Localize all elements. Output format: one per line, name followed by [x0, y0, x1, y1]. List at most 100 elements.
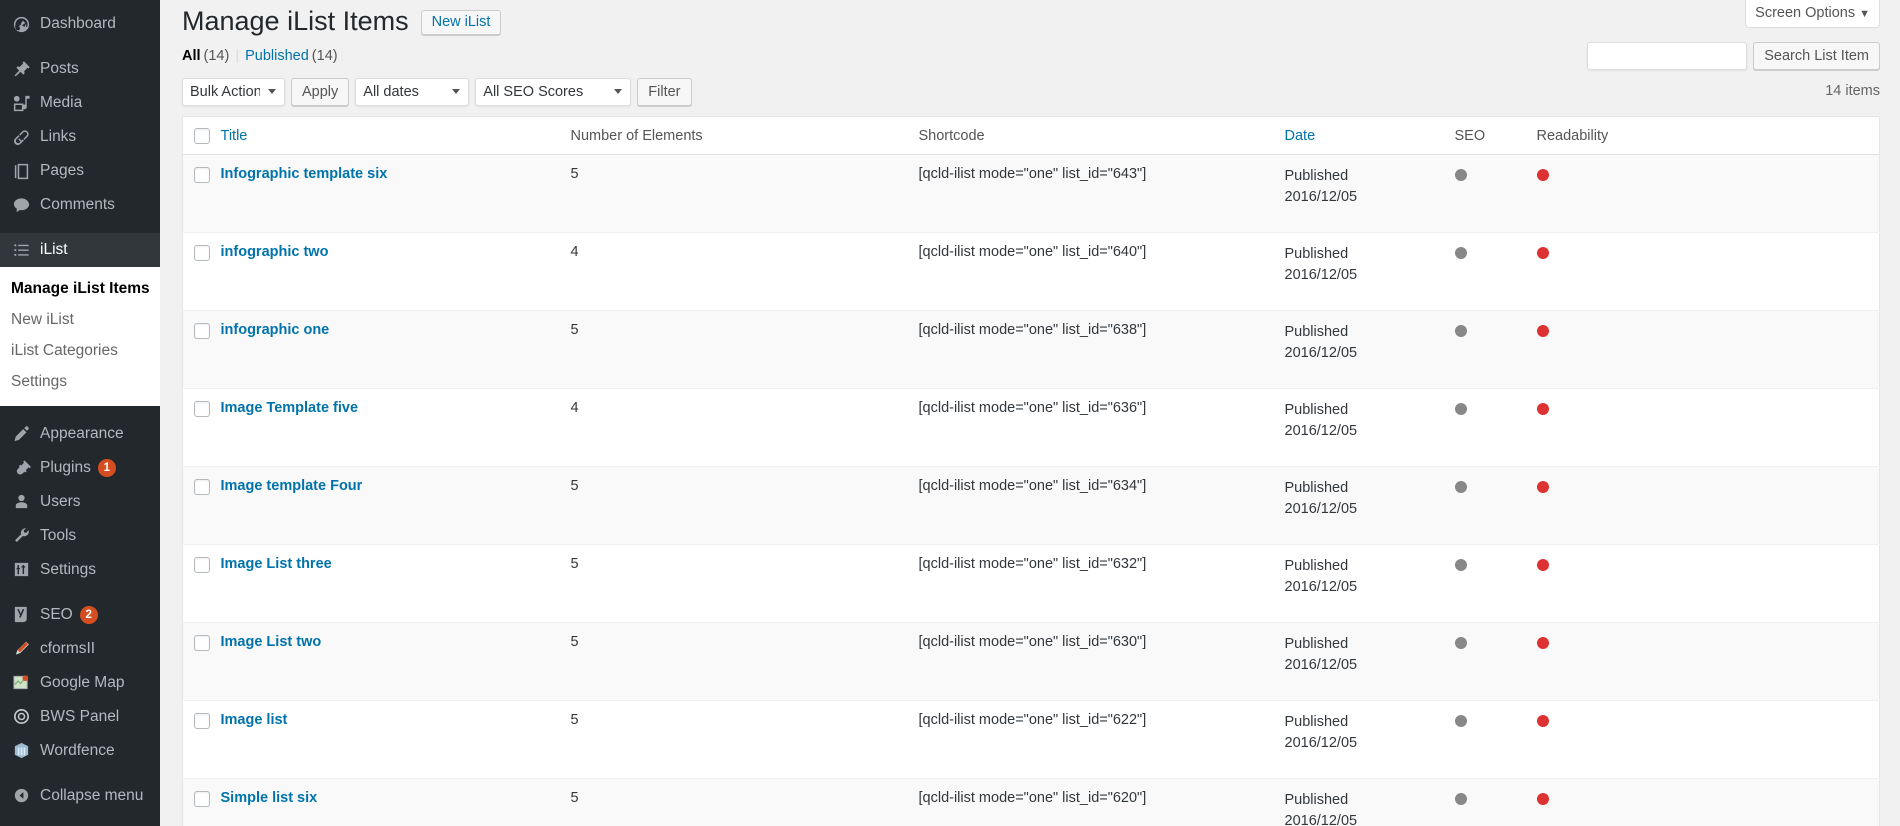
sidebar-item-dashboard[interactable]: Dashboard: [0, 7, 160, 41]
sidebar-item-label: Collapse menu: [40, 779, 160, 813]
row-title-link[interactable]: Image list: [221, 712, 288, 728]
readability-status-dot[interactable]: [1537, 559, 1549, 571]
row-title-link[interactable]: infographic two: [221, 244, 329, 260]
row-date-cell: Published2016/12/05: [1285, 467, 1455, 545]
row-readability-cell: [1537, 311, 1880, 389]
bulk-actions-select[interactable]: Bulk ActionsEditMove to Trash: [182, 78, 285, 106]
readability-status-dot[interactable]: [1537, 247, 1549, 259]
sidebar-menu-top: Dashboard PostsMediaLinksPagesComments iLi…: [0, 7, 160, 267]
submenu-item-manage-ilist-items[interactable]: Manage iList Items: [0, 274, 160, 305]
sidebar-item-cformsii[interactable]: cformsII: [0, 632, 160, 666]
row-checkbox[interactable]: [194, 401, 210, 417]
sidebar-item-media[interactable]: Media: [0, 86, 160, 120]
sidebar-item-comments[interactable]: Comments: [0, 188, 160, 222]
sidebar-item-seo[interactable]: SEO2: [0, 598, 160, 632]
view-all-link[interactable]: All: [182, 48, 201, 64]
table-row: Image List three5[qcld-ilist mode="one" …: [183, 545, 1880, 623]
row-checkbox[interactable]: [194, 557, 210, 573]
sidebar-item-bws-panel[interactable]: BWS Panel: [0, 700, 160, 734]
seo-status-dot[interactable]: [1455, 715, 1467, 727]
readability-status-dot[interactable]: [1537, 481, 1549, 493]
sidebar-item-links[interactable]: Links: [0, 120, 160, 154]
sort-title-link[interactable]: Title: [221, 128, 248, 144]
sidebar-item-tools[interactable]: Tools: [0, 519, 160, 553]
row-status: Published: [1285, 712, 1455, 733]
sidebar-item-label: Users: [40, 485, 160, 519]
row-checkbox[interactable]: [194, 635, 210, 651]
row-checkbox[interactable]: [194, 167, 210, 183]
search-input[interactable]: [1587, 42, 1747, 70]
view-published: Published(14): [245, 48, 337, 64]
row-title-link[interactable]: infographic one: [221, 322, 330, 338]
row-checkbox[interactable]: [194, 479, 210, 495]
row-title-link[interactable]: Image Template five: [221, 400, 359, 416]
row-shortcode: [qcld-ilist mode="one" list_id="622"]: [919, 701, 1285, 779]
wrench-icon: [11, 526, 31, 546]
row-title-link[interactable]: Image List two: [221, 634, 322, 650]
sidebar-item-ilist[interactable]: iList: [0, 233, 160, 267]
displaying-count: 14 items: [1825, 83, 1880, 99]
sidebar-item-appearance[interactable]: Appearance: [0, 417, 160, 451]
readability-status-dot[interactable]: [1537, 403, 1549, 415]
readability-status-dot[interactable]: [1537, 793, 1549, 805]
date-filter-select[interactable]: All datesDecember 2016: [355, 78, 469, 106]
screen-options-button[interactable]: Screen Options▼: [1745, 0, 1880, 28]
readability-status-dot[interactable]: [1537, 325, 1549, 337]
submenu-item-settings[interactable]: Settings: [0, 367, 160, 398]
sidebar-item-pages[interactable]: Pages: [0, 154, 160, 188]
row-checkbox[interactable]: [194, 791, 210, 807]
brush-icon: [11, 424, 31, 444]
sidebar-item-label: BWS Panel: [40, 700, 160, 734]
sidebar-item-users[interactable]: Users: [0, 485, 160, 519]
select-all-checkbox[interactable]: [194, 128, 210, 144]
seo-status-dot[interactable]: [1455, 169, 1467, 181]
seo-status-dot[interactable]: [1455, 559, 1467, 571]
sidebar-item-plugins[interactable]: Plugins1: [0, 451, 160, 485]
sidebar-item-collapse[interactable]: Collapse menu: [0, 779, 160, 813]
row-title-link[interactable]: Infographic template six: [221, 166, 388, 182]
row-title-link[interactable]: Image List three: [221, 556, 332, 572]
seo-status-dot[interactable]: [1455, 481, 1467, 493]
row-date: 2016/12/05: [1285, 733, 1455, 754]
sidebar-item-wordfence[interactable]: Wordfence: [0, 734, 160, 768]
seo-status-dot[interactable]: [1455, 403, 1467, 415]
apply-button[interactable]: Apply: [291, 78, 349, 106]
ilist-table: Title Number of Elements Shortcode Date …: [182, 116, 1880, 826]
sidebar-item-label: Appearance: [40, 417, 160, 451]
sidebar-item-google-map[interactable]: Google Map: [0, 666, 160, 700]
seo-status-dot[interactable]: [1455, 793, 1467, 805]
submenu-item-ilist-categories[interactable]: iList Categories: [0, 336, 160, 367]
table-toolbar: Bulk ActionsEditMove to Trash Apply All …: [182, 77, 1880, 107]
row-checkbox[interactable]: [194, 323, 210, 339]
row-title-link[interactable]: Simple list six: [221, 790, 318, 806]
seo-status-dot[interactable]: [1455, 247, 1467, 259]
seo-status-dot[interactable]: [1455, 637, 1467, 649]
submenu-item-new-ilist[interactable]: New iList: [0, 305, 160, 336]
sort-date-link[interactable]: Date: [1285, 128, 1316, 144]
view-published-link[interactable]: Published: [245, 48, 309, 64]
main-content: Screen Options▼ Manage iList Items New i…: [160, 0, 1900, 826]
row-checkbox[interactable]: [194, 245, 210, 261]
sidebar-separator: [0, 41, 160, 52]
seo-filter-select[interactable]: All SEO ScoresNo Focus KeywordNeeds impr…: [475, 78, 631, 106]
readability-status-dot[interactable]: [1537, 637, 1549, 649]
row-date: 2016/12/05: [1285, 499, 1455, 520]
readability-status-dot[interactable]: [1537, 715, 1549, 727]
title-row: Manage iList Items New iList: [182, 0, 1880, 36]
sidebar-item-settings[interactable]: Settings: [0, 553, 160, 587]
sidebar-item-posts[interactable]: Posts: [0, 52, 160, 86]
search-submit-button[interactable]: Search List Item: [1753, 42, 1880, 70]
row-seo-cell: [1455, 779, 1537, 826]
sidebar-item-label: Links: [40, 120, 160, 154]
new-ilist-button[interactable]: New iList: [421, 10, 502, 35]
seo-status-dot[interactable]: [1455, 325, 1467, 337]
filter-button[interactable]: Filter: [637, 78, 691, 106]
table-head: Title Number of Elements Shortcode Date …: [183, 117, 1880, 155]
row-status: Published: [1285, 322, 1455, 343]
row-date: 2016/12/05: [1285, 655, 1455, 676]
readability-status-dot[interactable]: [1537, 169, 1549, 181]
row-seo-cell: [1455, 311, 1537, 389]
view-divider: |: [235, 48, 239, 64]
row-checkbox[interactable]: [194, 713, 210, 729]
row-title-link[interactable]: Image template Four: [221, 478, 363, 494]
